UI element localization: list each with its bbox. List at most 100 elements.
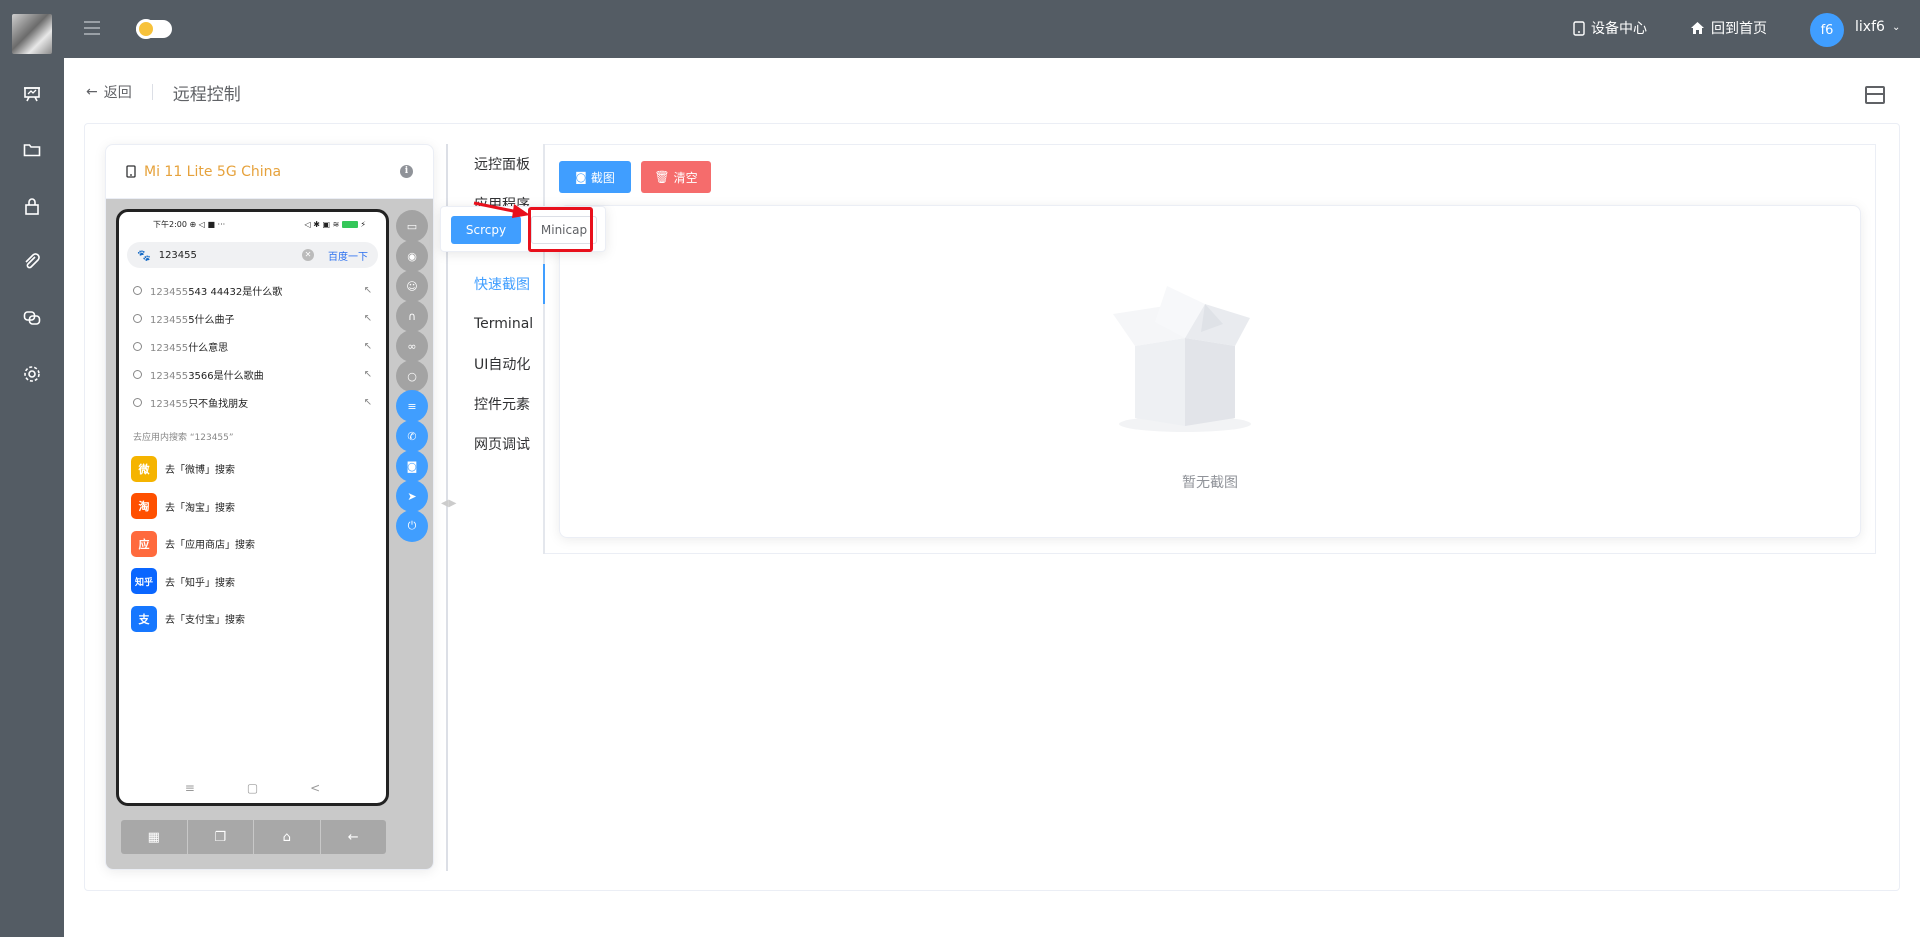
in-app-search-title: 去应用内搜索 “123455” — [133, 433, 234, 443]
phone-nav-bar: ≡ ▢ < — [119, 773, 386, 803]
status-bar: 下午2:00 ⊕ ◁ ■ ··· ◁ ✱ ▣ ≋ ⚡ — [119, 212, 386, 236]
menu-icon[interactable]: ≡ — [185, 781, 195, 795]
home-link[interactable]: 回到首页 — [1690, 18, 1767, 38]
power-icon[interactable]: ⏻ — [396, 510, 428, 542]
phone-call-icon[interactable]: ✆ — [396, 420, 428, 452]
tab-remote-panel[interactable]: 远控面板 — [458, 144, 543, 184]
folder-icon[interactable] — [20, 138, 44, 162]
baidu-paw-icon: 🐾 — [137, 248, 151, 262]
split-handle-icon[interactable]: ◀▶ — [441, 498, 456, 509]
username[interactable]: lixf6 — [1855, 19, 1885, 35]
phone-screen[interactable]: 下午2:00 ⊕ ◁ ■ ··· ◁ ✱ ▣ ≋ ⚡ 🐾 123455 ✕ 百度… — [116, 209, 389, 806]
tab-web-debug[interactable]: 网页调试 — [458, 424, 543, 464]
camera-icon[interactable]: ◙ — [396, 450, 428, 482]
headset-icon[interactable]: ∩ — [396, 300, 428, 332]
app-grid-icon[interactable]: ▦ — [121, 820, 188, 854]
annotation-arrow-icon — [473, 201, 530, 218]
device-center-label: 设备中心 — [1591, 21, 1647, 37]
suggestion-list: 123455543 44432是什么歌 ↖ 1234555什么曲子 ↖ 123455… — [119, 276, 386, 416]
taobao-icon: 淘 — [131, 493, 157, 520]
weibo-icon: 微 — [131, 455, 157, 482]
trash-icon: 🗑 — [654, 170, 670, 184]
device-card-header: Mi 11 Lite 5G China — [106, 145, 433, 199]
user-icon[interactable]: ☺ — [396, 270, 428, 302]
copy-icon[interactable] — [20, 306, 44, 330]
sliders-icon[interactable]: ≡ — [396, 390, 428, 422]
video-icon[interactable]: ▭ — [396, 210, 428, 242]
app-search-item[interactable]: 淘去「淘宝」搜索 — [119, 488, 386, 526]
status-time: 下午2:00 ⊕ ◁ ■ ··· — [153, 219, 226, 229]
sidebar — [0, 0, 64, 937]
menu-toggle-icon[interactable] — [84, 21, 100, 35]
tab-ui-auto[interactable]: UI自动化 — [458, 344, 543, 384]
suggestion-item[interactable]: 1234553566是什么歌曲 ↖ — [119, 360, 386, 388]
arrow-up-left-icon[interactable]: ↖ — [364, 313, 372, 324]
sun-icon — [136, 19, 156, 39]
link-icon[interactable]: ∞ — [396, 330, 428, 362]
layout-toggle-icon[interactable] — [1865, 86, 1885, 104]
clear-icon[interactable]: ✕ — [302, 249, 314, 261]
back-button[interactable]: ← 返回 — [86, 82, 132, 102]
gear-icon[interactable] — [20, 362, 44, 386]
search-button[interactable]: 百度一下 — [328, 248, 368, 263]
camera-icon: ◙ — [575, 170, 587, 184]
search-icon — [133, 369, 142, 379]
square-icon[interactable]: ▢ — [247, 781, 258, 795]
home-icon — [1691, 22, 1704, 34]
arrow-left-icon: ← — [86, 84, 98, 100]
suggestion-item[interactable]: 123455只不鱼找朋友 ↖ — [119, 388, 386, 416]
app-search-item[interactable]: 应去「应用商店」搜索 — [119, 525, 386, 563]
search-icon — [133, 341, 142, 351]
home-icon[interactable]: ⌂ — [254, 820, 321, 854]
search-icon — [133, 313, 142, 323]
arrow-up-left-icon[interactable]: ↖ — [364, 341, 372, 352]
tab-widgets[interactable]: 控件元素 — [458, 384, 543, 424]
paperclip-icon[interactable] — [20, 250, 44, 274]
page-title: 远程控制 — [172, 84, 241, 105]
app-store-icon: 应 — [131, 530, 157, 557]
back-icon[interactable]: < — [310, 781, 320, 795]
annotation-highlight — [528, 207, 593, 252]
presentation-icon[interactable] — [20, 82, 44, 106]
empty-box-icon — [1113, 286, 1251, 432]
recent-apps-icon[interactable]: ❐ — [188, 820, 254, 854]
tab-terminal[interactable]: Terminal — [458, 304, 543, 344]
app-search-item[interactable]: 支去「支付宝」搜索 — [119, 600, 386, 638]
send-icon[interactable]: ➤ — [396, 480, 428, 512]
device-name: Mi 11 Lite 5G China — [144, 163, 282, 180]
search-input[interactable]: 123455 — [159, 250, 302, 261]
back-icon[interactable]: ← — [321, 820, 387, 854]
search-icon[interactable]: ○ — [396, 360, 428, 392]
suggestion-item[interactable]: 1234555什么曲子 ↖ — [119, 304, 386, 332]
avatar[interactable]: f6 — [1810, 13, 1844, 47]
zhihu-icon: 知乎 — [131, 568, 157, 595]
app-search-item[interactable]: 微去「微博」搜索 — [119, 450, 386, 488]
info-icon[interactable]: i — [400, 165, 413, 178]
screenshot-button[interactable]: ◙ 截图 — [559, 161, 631, 193]
device-center-link[interactable]: 设备中心 — [1573, 18, 1647, 38]
divider — [151, 84, 153, 100]
clear-button[interactable]: 🗑 清空 — [641, 161, 711, 193]
arrow-up-left-icon[interactable]: ↖ — [364, 285, 372, 296]
search-bar[interactable]: 🐾 123455 ✕ 百度一下 — [127, 242, 378, 268]
arrow-up-left-icon[interactable]: ↖ — [364, 369, 372, 380]
lock-icon[interactable] — [20, 194, 44, 218]
device-card: Mi 11 Lite 5G China i 下午2:00 ⊕ ◁ ■ ··· ◁… — [105, 144, 434, 870]
back-label: 返回 — [103, 85, 132, 101]
search-icon — [133, 285, 142, 295]
chevron-down-icon[interactable]: ⌄ — [1892, 22, 1900, 33]
arrow-up-left-icon[interactable]: ↖ — [364, 397, 372, 408]
app-search-item[interactable]: 知乎 去「知乎」搜索 — [119, 563, 386, 601]
scrcpy-button[interactable]: Scrcpy — [451, 216, 521, 244]
eye-icon[interactable]: ◉ — [396, 240, 428, 272]
app-logo[interactable] — [12, 14, 52, 54]
tab-quick-shot[interactable]: 快速截图 — [458, 264, 545, 304]
suggestion-item[interactable]: 123455543 44432是什么歌 ↖ — [119, 276, 386, 304]
phone-icon — [1573, 20, 1585, 36]
screenshot-panel: ◙ 截图 🗑 清空 暂无截图 — [545, 144, 1876, 554]
suggestion-item[interactable]: 123455什么意思 ↖ — [119, 332, 386, 360]
alipay-icon: 支 — [131, 605, 157, 632]
page-header: ← 返回 远程控制 — [86, 80, 241, 105]
theme-toggle[interactable] — [136, 19, 172, 39]
empty-text: 暂无截图 — [1182, 475, 1238, 491]
